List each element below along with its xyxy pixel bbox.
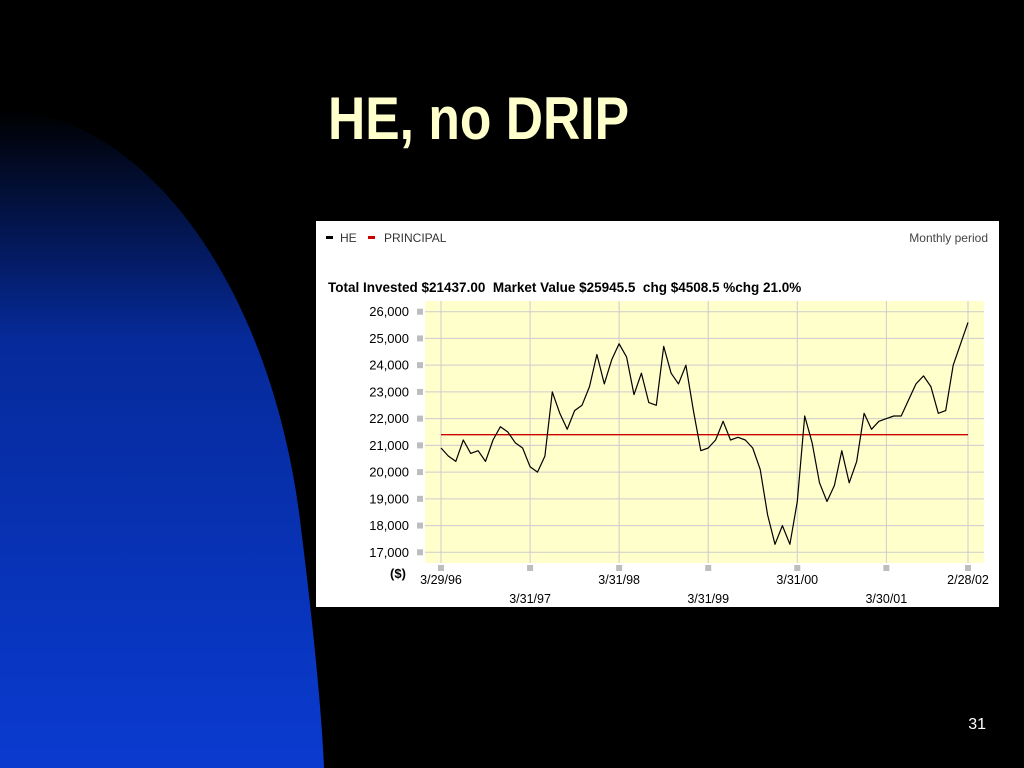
y-tick-label: 24,000 bbox=[369, 358, 409, 373]
x-tick-marker bbox=[616, 565, 623, 571]
x-tick-label: 3/31/98 bbox=[598, 573, 640, 587]
legend-label-principal: PRINCIPAL bbox=[384, 231, 447, 245]
y-tick-marker bbox=[417, 495, 423, 502]
background-blue-arc bbox=[0, 110, 324, 768]
page-number: 31 bbox=[968, 716, 986, 733]
x-tick-marker bbox=[794, 565, 801, 571]
y-tick-marker bbox=[417, 469, 423, 476]
y-tick-label: 17,000 bbox=[369, 545, 409, 560]
y-tick-marker bbox=[417, 415, 423, 422]
x-tick-label: 3/30/01 bbox=[865, 592, 907, 606]
legend-swatch-he bbox=[326, 236, 333, 239]
y-tick-label: 19,000 bbox=[369, 491, 409, 506]
y-axis-unit-label: ($) bbox=[390, 566, 406, 581]
x-tick-label: 2/28/02 bbox=[947, 573, 989, 587]
summary-line: Total Invested $21437.00 Market Value $2… bbox=[328, 280, 801, 295]
slide-title: HE, no DRIP bbox=[328, 85, 630, 152]
x-tick-label: 3/31/97 bbox=[509, 592, 551, 606]
x-tick-label: 3/31/99 bbox=[687, 592, 729, 606]
y-tick-marker bbox=[417, 308, 423, 315]
y-tick-label: 21,000 bbox=[369, 438, 409, 453]
y-tick-label: 25,000 bbox=[369, 331, 409, 346]
y-axis: 17,000 18,000 19,000 20,000 21,000 22,000 23,0… bbox=[369, 304, 423, 560]
period-label: Monthly period bbox=[909, 231, 988, 245]
y-tick-label: 23,000 bbox=[369, 384, 409, 399]
x-tick-marker bbox=[705, 565, 712, 571]
x-tick-label: 3/29/96 bbox=[420, 573, 462, 587]
y-tick-marker bbox=[417, 522, 423, 529]
y-tick-marker bbox=[417, 549, 423, 556]
y-tick-label: 18,000 bbox=[369, 518, 409, 533]
y-tick-marker bbox=[417, 362, 423, 369]
y-tick-marker bbox=[417, 335, 423, 342]
y-tick-marker bbox=[417, 442, 423, 449]
x-tick-label: 3/31/00 bbox=[776, 573, 818, 587]
y-tick-marker bbox=[417, 388, 423, 395]
legend-swatch-principal bbox=[368, 236, 375, 239]
y-tick-label: 22,000 bbox=[369, 411, 409, 426]
x-axis: 3/29/96 3/31/97 3/31/98 3/31/99 3/31/00 3/30/… bbox=[420, 565, 989, 606]
legend-label-he: HE bbox=[340, 231, 357, 245]
x-tick-marker bbox=[438, 565, 444, 571]
stock-chart: HE PRINCIPAL Monthly period Total Invest… bbox=[326, 231, 989, 606]
y-tick-label: 26,000 bbox=[369, 304, 409, 319]
x-tick-marker bbox=[883, 565, 890, 571]
plot-area bbox=[425, 301, 984, 563]
stock-chart-panel: HE PRINCIPAL Monthly period Total Invest… bbox=[316, 221, 999, 607]
y-tick-label: 20,000 bbox=[369, 465, 409, 480]
x-tick-marker bbox=[527, 565, 534, 571]
x-tick-marker bbox=[965, 565, 971, 571]
